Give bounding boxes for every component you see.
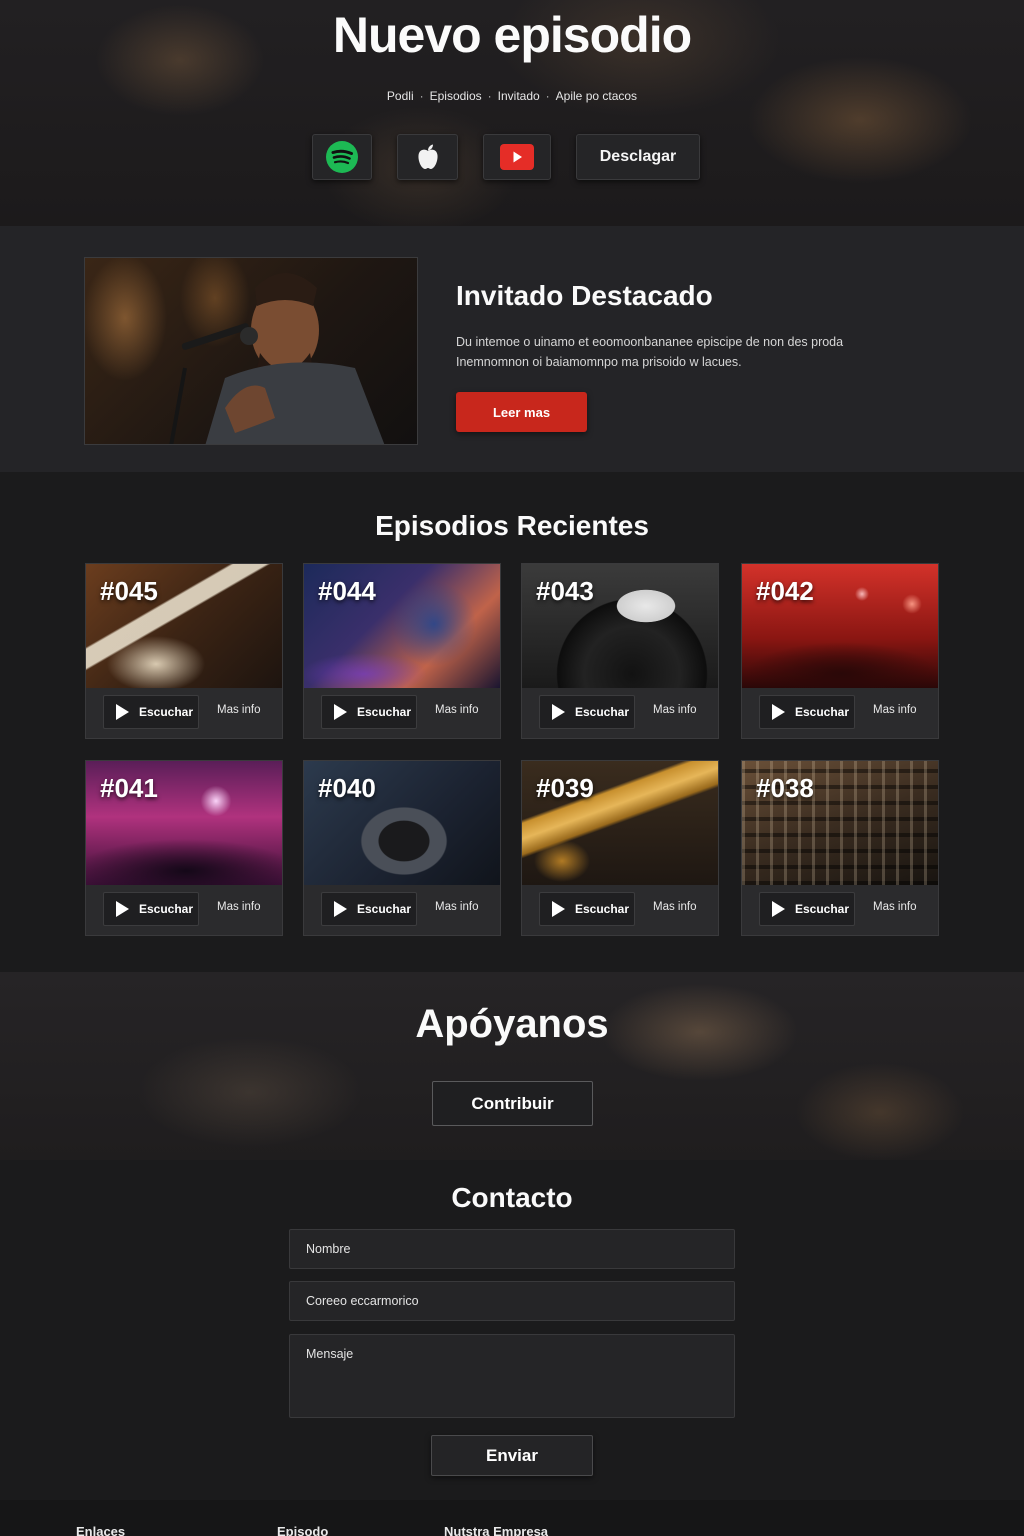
more-info-link[interactable]: Mas info (873, 901, 916, 913)
read-more-button[interactable]: Leer mas (456, 392, 587, 432)
listen-button[interactable]: Escuchar (539, 892, 635, 926)
recent-episodes-section: Episodios Recientes #045 Escuchar Mas in… (0, 472, 1024, 972)
episode-card-040[interactable]: #040 Escuchar Mas info (303, 760, 501, 936)
episode-number: #041 (100, 773, 158, 803)
featured-guest-photo (84, 257, 418, 445)
hero-title: Nuevo episodio (332, 7, 692, 63)
download-button[interactable]: Desclagar (576, 134, 700, 180)
play-icon (772, 901, 785, 917)
contact-title: Contacto (451, 1182, 573, 1213)
episode-number: #045 (100, 576, 158, 606)
nav-link-podcasts[interactable]: Apile po ctacos (556, 89, 637, 103)
listen-label: Escuchar (357, 705, 412, 719)
featured-guest-section: Invitado Destacado Du intemoe o uinamo e… (0, 226, 1024, 472)
message-field[interactable]: Mensaje (289, 1334, 735, 1418)
play-icon (116, 901, 129, 917)
listen-label: Escuchar (357, 902, 412, 916)
listen-label: Escuchar (795, 705, 850, 719)
episode-card-039[interactable]: #039 Escuchar Mas info (521, 760, 719, 936)
listen-button[interactable]: Escuchar (321, 695, 417, 729)
spotify-icon (326, 141, 358, 173)
more-info-link[interactable]: Mas info (217, 704, 260, 716)
episode-card-043[interactable]: #043 Escuchar Mas info (521, 563, 719, 739)
episode-number: #044 (318, 576, 376, 606)
youtube-icon (500, 144, 534, 170)
submit-button[interactable]: Enviar (431, 1435, 593, 1476)
email-field[interactable]: Coreeo eccarmorico (289, 1281, 735, 1321)
footer: Enlaces Episodo Nutstra Empresa (0, 1500, 1024, 1536)
more-info-link[interactable]: Mas info (217, 901, 260, 913)
listen-label: Escuchar (575, 705, 630, 719)
episode-number: #038 (756, 773, 814, 803)
play-icon (116, 704, 129, 720)
support-section: Apóyanos Contribuir (0, 972, 1024, 1160)
play-icon (552, 704, 565, 720)
episode-number: #040 (318, 773, 376, 803)
play-icon (334, 704, 347, 720)
contribute-button[interactable]: Contribuir (432, 1081, 593, 1126)
episodes-title: Episodios Recientes (375, 510, 649, 541)
contact-section: Contacto Nombre Coreeo eccarmorico Mensa… (0, 1160, 1024, 1500)
episode-card-038[interactable]: #038 Escuchar Mas info (741, 760, 939, 936)
nav-link-guest[interactable]: Invitado (498, 89, 540, 103)
listen-label: Escuchar (139, 902, 194, 916)
listen-button[interactable]: Escuchar (759, 892, 855, 926)
platform-buttons: Desclagar (0, 134, 1024, 180)
episode-number: #042 (756, 576, 814, 606)
more-info-link[interactable]: Mas info (873, 704, 916, 716)
play-icon (772, 704, 785, 720)
episode-card-044[interactable]: #044 Escuchar Mas info (303, 563, 501, 739)
more-info-link[interactable]: Mas info (435, 901, 478, 913)
nav-link-home[interactable]: Podli (387, 89, 414, 103)
episode-number: #043 (536, 576, 594, 606)
listen-button[interactable]: Escuchar (759, 695, 855, 729)
hero-section: Nuevo episodio Podli · Episodios · Invitado ·… (0, 0, 1024, 226)
more-info-link[interactable]: Mas info (435, 704, 478, 716)
name-field[interactable]: Nombre (289, 1229, 735, 1269)
listen-button[interactable]: Escuchar (103, 892, 199, 926)
play-icon (334, 901, 347, 917)
apple-podcasts-button[interactable] (397, 134, 458, 180)
episode-card-045[interactable]: #045 Escuchar Mas info (85, 563, 283, 739)
youtube-button[interactable] (483, 134, 551, 180)
apple-icon (417, 144, 438, 169)
featured-description: Du intemoe o uinamo et eoomoonbananee ep… (456, 335, 844, 369)
listen-button[interactable]: Escuchar (103, 695, 199, 729)
listen-label: Escuchar (795, 902, 850, 916)
nav-link-episodes[interactable]: Episodios (430, 89, 482, 103)
featured-title: Invitado Destacado (456, 280, 713, 311)
episode-card-042[interactable]: #042 Escuchar Mas info (741, 563, 939, 739)
footer-heading-links: Enlaces (76, 1524, 126, 1536)
footer-heading-company: Nutstra Empresa (444, 1524, 549, 1536)
listen-button[interactable]: Escuchar (539, 695, 635, 729)
hero-nav: Podli · Episodios · Invitado · Apile po ctacos (386, 89, 638, 103)
more-info-link[interactable]: Mas info (653, 901, 696, 913)
footer-heading-episode: Episodo (277, 1524, 329, 1536)
play-icon (552, 901, 565, 917)
support-title: Apóyanos (415, 1002, 609, 1046)
episode-number: #039 (536, 773, 594, 803)
more-info-link[interactable]: Mas info (653, 704, 696, 716)
episode-card-041[interactable]: #041 Escuchar Mas info (85, 760, 283, 936)
listen-button[interactable]: Escuchar (321, 892, 417, 926)
listen-label: Escuchar (575, 902, 630, 916)
spotify-button[interactable] (312, 134, 372, 180)
listen-label: Escuchar (139, 705, 194, 719)
